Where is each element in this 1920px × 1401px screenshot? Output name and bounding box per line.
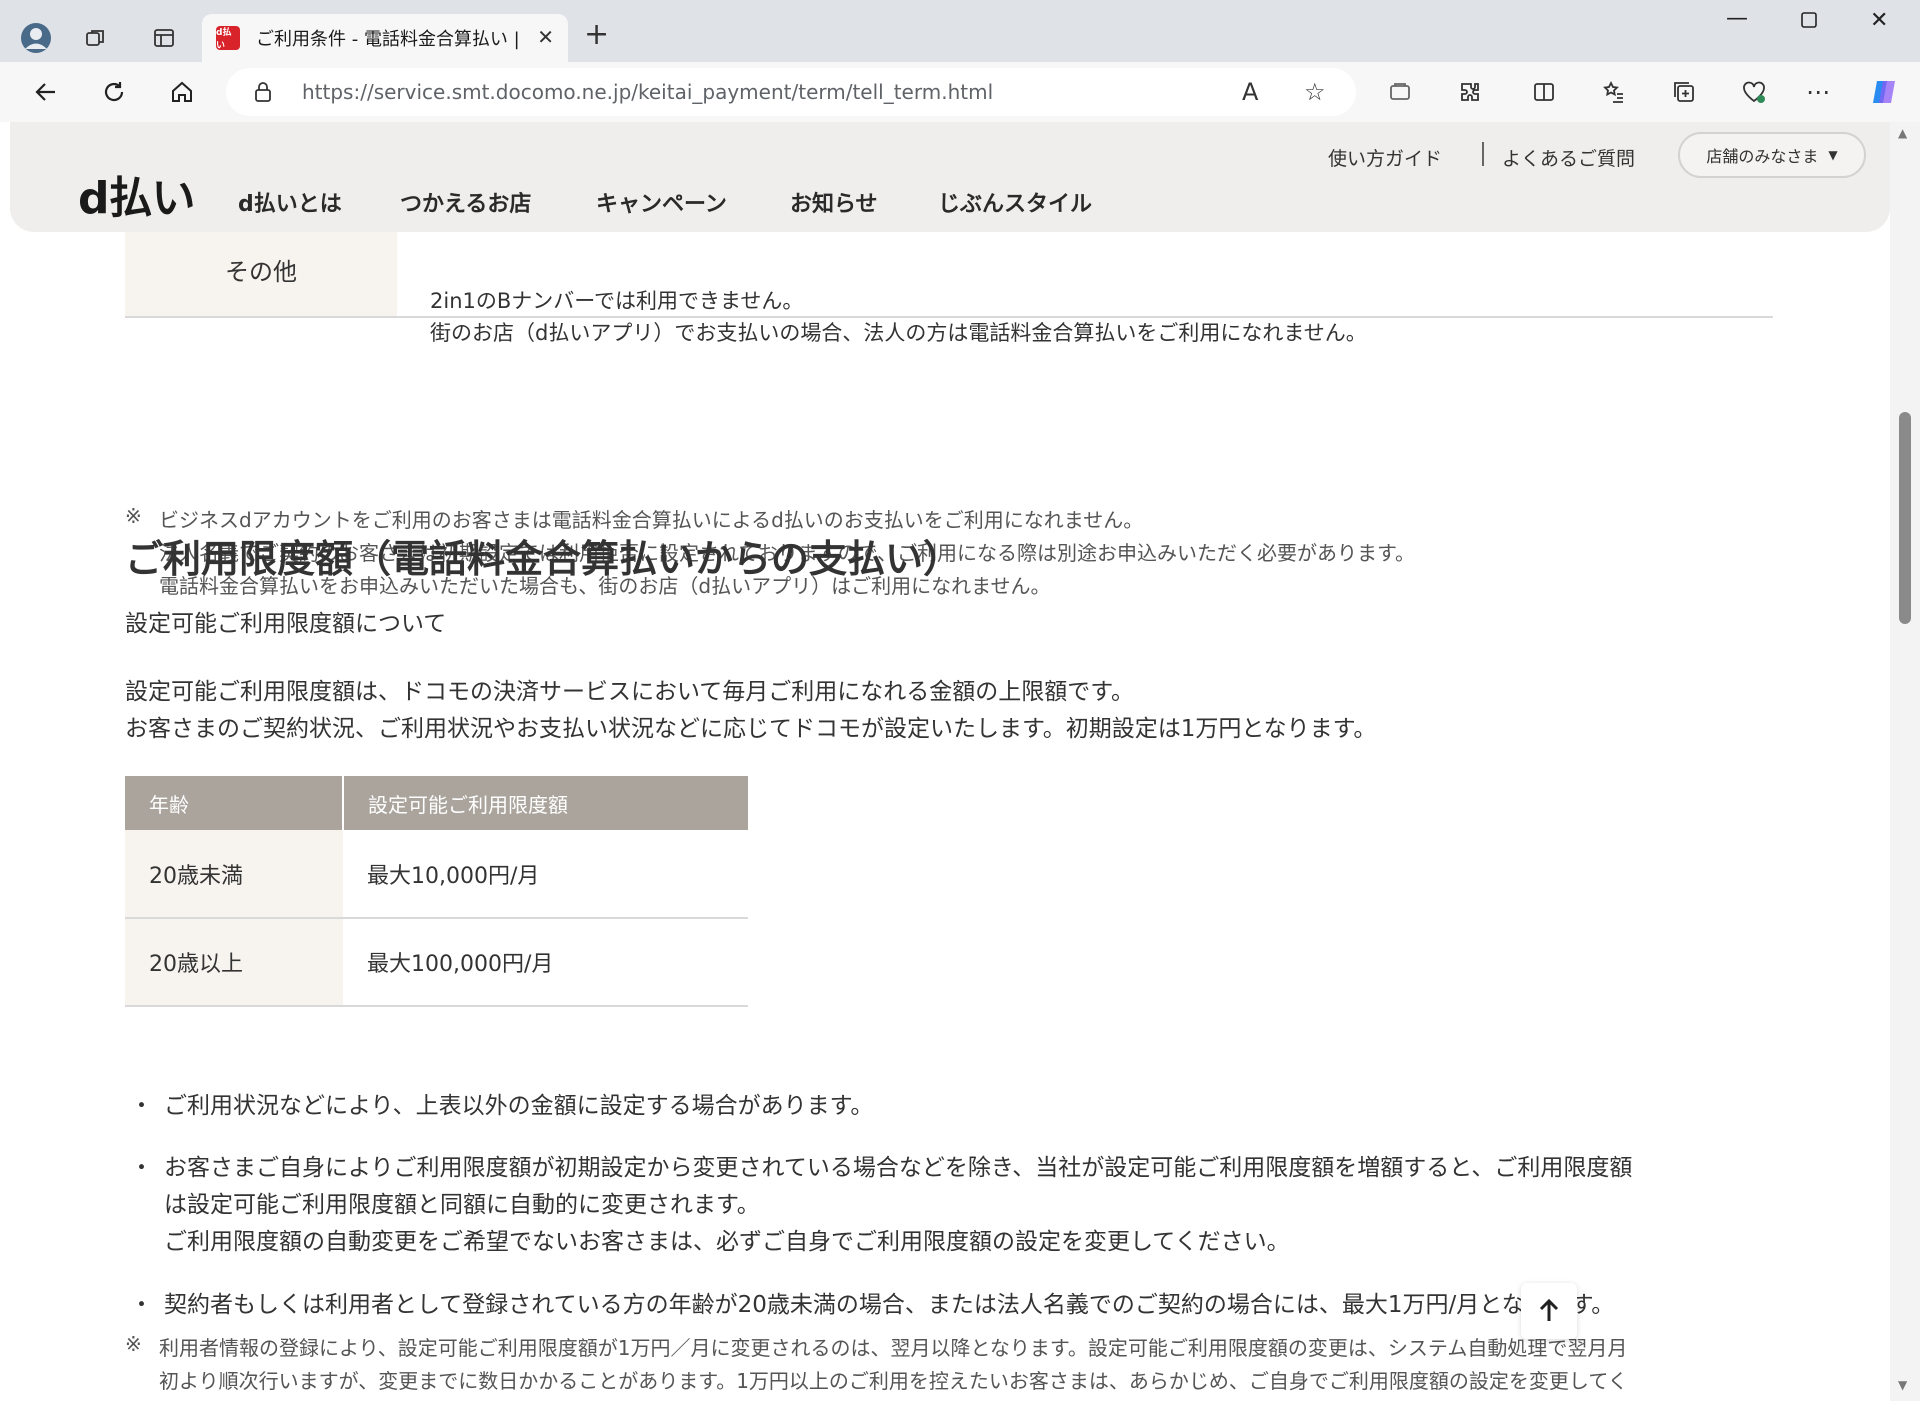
lock-icon[interactable] xyxy=(254,81,272,103)
note-mark: ※ xyxy=(125,1332,142,1356)
note-mark: ※ xyxy=(125,504,142,528)
table-header-row: 年齢 設定可能ご利用限度額 xyxy=(125,776,748,830)
browser-titlebar: d払い ご利用条件 - 電話料金合算払い | d払い ✕ + — ✕ xyxy=(0,0,1920,62)
bullet-mark: ・ xyxy=(130,1292,153,1318)
bullet-text: は設定可能ご利用限度額と同額に自動的に変更されます。 xyxy=(164,1192,760,1218)
split-screen-icon[interactable] xyxy=(1526,74,1562,110)
section-paragraph-line: お客さまのご契約状況、ご利用状況やお支払い状況などに応じてドコモが設定いたします… xyxy=(125,716,1377,742)
url-text[interactable]: https://service.smt.docomo.ne.jp/keitai_… xyxy=(302,80,993,104)
usage-guide-link[interactable]: 使い方ガイド xyxy=(1328,144,1442,171)
dbarai-logo[interactable]: d払い xyxy=(78,162,195,226)
add-collection-icon[interactable] xyxy=(1666,74,1702,110)
row-text-line: 街のお店（d払いアプリ）でお支払いの場合、法人の方は電話料金合算払いをご利用にな… xyxy=(430,321,1367,345)
collections-icon[interactable] xyxy=(1382,74,1418,110)
section-title: ご利用限度額（電話料金合算払いからの支払い） xyxy=(125,537,962,581)
address-bar[interactable]: https://service.smt.docomo.ne.jp/keitai_… xyxy=(226,68,1356,116)
browser-tab-active[interactable]: d払い ご利用条件 - 電話料金合算払い | d払い ✕ xyxy=(202,14,568,62)
nav-item-campaign[interactable]: キャンペーン xyxy=(596,186,727,218)
note-line: 利用者情報の登録により、設定可能ご利用限度額が1万円／月に変更されるのは、翌月以… xyxy=(159,1336,1628,1360)
section-paragraph-line: 設定可能ご利用限度額は、ドコモの決済サービスにおいて毎月ご利用になれる金額の上限… xyxy=(125,679,1135,705)
table-cell-age: 20歳未満 xyxy=(125,830,343,919)
close-tab-icon[interactable]: ✕ xyxy=(537,25,554,49)
note-line: 初より順次行いますが、変更までに数日かかることがあります。1万円以上のご利用を控… xyxy=(159,1369,1628,1393)
site-header: d払い d払いとは つかえるお店 キャンペーン お知らせ じぶんスタイル 使い方… xyxy=(10,122,1890,232)
table-cell-limit: 最大10,000円/月 xyxy=(343,830,748,919)
bullet-mark: ・ xyxy=(130,1155,153,1181)
row-text-line: 2in1のBナンバーでは利用できません。 xyxy=(430,289,804,313)
refresh-icon[interactable] xyxy=(96,74,132,110)
row-header-label: その他 xyxy=(225,257,297,286)
dbarai-favicon-icon: d払い xyxy=(216,26,240,51)
copilot-icon[interactable] xyxy=(1866,74,1902,110)
browser-essentials-icon[interactable] xyxy=(1736,74,1772,110)
extensions-icon[interactable] xyxy=(1452,74,1488,110)
back-icon[interactable] xyxy=(28,74,64,110)
tab-title: ご利用条件 - 電話料金合算払い | d払い xyxy=(256,29,518,50)
nav-item-stores[interactable]: つかえるお店 xyxy=(400,186,531,218)
nav-item-news[interactable]: お知らせ xyxy=(790,186,878,218)
page-viewport: その他 2in1のBナンバーでは利用できません。 街のお店（d払いアプリ）でお支… xyxy=(0,122,1920,1401)
new-tab-icon[interactable]: + xyxy=(584,20,609,50)
util-divider xyxy=(1482,142,1484,166)
home-icon[interactable] xyxy=(164,74,200,110)
favorite-star-icon[interactable]: ☆ xyxy=(1304,78,1326,106)
bullet-text: ご利用状況などにより、上表以外の金額に設定する場合があります。 xyxy=(164,1093,874,1119)
window-close-icon[interactable]: ✕ xyxy=(1870,8,1888,33)
workspaces-icon[interactable] xyxy=(78,20,114,56)
bullet-mark: ・ xyxy=(130,1093,153,1119)
table-row: 20歳未満 最大10,000円/月 xyxy=(125,830,748,919)
scroll-to-top-button[interactable] xyxy=(1521,1283,1577,1339)
caret-down-icon: ▼ xyxy=(1828,148,1838,162)
page-scrollbar[interactable]: ▲ ▼ xyxy=(1890,122,1920,1401)
bullet-text: 契約者もしくは利用者として登録されている方の年齢が20歳未満の場合、または法人名… xyxy=(164,1292,1615,1318)
scroll-up-arrow-icon[interactable]: ▲ xyxy=(1898,126,1907,140)
store-menu-button[interactable]: 店舗のみなさま ▼ xyxy=(1678,132,1866,178)
table-cell-age: 20歳以上 xyxy=(125,918,343,1007)
table-row: 20歳以上 最大100,000円/月 xyxy=(125,918,748,1007)
arrow-up-icon xyxy=(1539,1298,1559,1321)
store-menu-label: 店舗のみなさま xyxy=(1706,147,1819,166)
maximize-icon[interactable] xyxy=(1800,10,1818,35)
read-aloud-icon[interactable]: A xyxy=(1242,78,1258,106)
bullet-text: お客さまご自身によりご利用限度額が初期設定から変更されている場合などを除き、当社… xyxy=(164,1155,1633,1181)
section-subtitle: 設定可能ご利用限度額について xyxy=(125,611,447,637)
table-header-limit: 設定可能ご利用限度額 xyxy=(342,776,748,830)
scroll-down-arrow-icon[interactable]: ▼ xyxy=(1898,1378,1907,1392)
browser-toolbar: https://service.smt.docomo.ne.jp/keitai_… xyxy=(0,62,1920,122)
favorites-list-icon[interactable] xyxy=(1596,74,1632,110)
nav-item-about[interactable]: d払いとは xyxy=(238,186,342,218)
table-header-age: 年齢 xyxy=(125,776,343,830)
vertical-tabs-icon[interactable] xyxy=(146,20,182,56)
scrollbar-thumb[interactable] xyxy=(1899,412,1911,624)
faq-link[interactable]: よくあるご質問 xyxy=(1502,144,1635,171)
profile-avatar-icon[interactable] xyxy=(18,20,54,56)
bullet-text: ご利用限度額の自動変更をご希望でないお客さまは、必ずご自身でご利用限度額の設定を… xyxy=(164,1229,1290,1255)
minimize-icon[interactable]: — xyxy=(1726,6,1748,31)
limit-table: 年齢 設定可能ご利用限度額 20歳未満 最大10,000円/月 20歳以上 最大… xyxy=(125,776,748,1007)
more-options-icon[interactable]: ⋯ xyxy=(1800,74,1836,110)
table-cell-limit: 最大100,000円/月 xyxy=(343,918,748,1007)
nav-item-jibun-style[interactable]: じぶんスタイル xyxy=(938,186,1092,218)
